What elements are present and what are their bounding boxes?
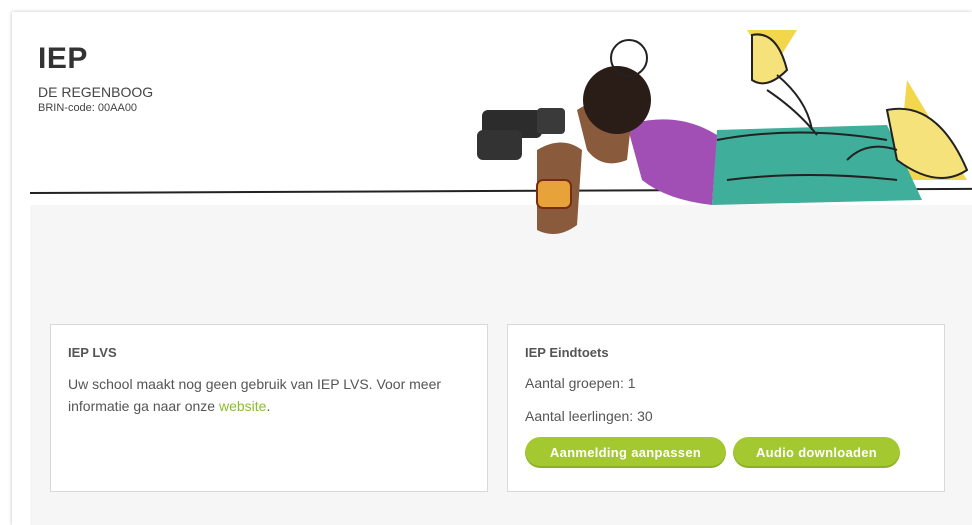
girl-with-binoculars-illustration	[477, 30, 969, 234]
brin-code: BRIN-code: 00AA00	[38, 102, 138, 114]
iep-lvs-card: IEP LVS Uw school maakt nog geen gebruik…	[50, 324, 488, 492]
teal-shape	[712, 125, 922, 205]
iep-eindtoets-card: IEP Eindtoets Aantal groepen: 1 Aantal l…	[507, 324, 945, 492]
student-count: Aantal leerlingen: 30	[525, 408, 653, 424]
iep-lvs-description: Uw school maakt nog geen gebruik van IEP…	[68, 373, 468, 417]
iep-eindtoets-title: IEP Eindtoets	[525, 345, 609, 360]
website-link[interactable]: website	[219, 398, 266, 414]
group-count: Aantal groepen: 1	[525, 375, 636, 391]
school-name: DE REGENBOOG	[38, 84, 154, 100]
edit-registration-button[interactable]: Aanmelding aanpassen	[525, 437, 726, 468]
page-header: IEP DE REGENBOOG BRIN-code: 00AA00	[12, 12, 972, 234]
page-title: IEP	[38, 42, 88, 75]
page-frame: IEP DE REGENBOOG BRIN-code: 00AA00 IEP L…	[12, 12, 972, 525]
download-audio-button[interactable]: Audio downloaden	[733, 437, 900, 468]
iep-lvs-text-end: .	[266, 398, 271, 414]
iep-lvs-title: IEP LVS	[68, 345, 117, 360]
